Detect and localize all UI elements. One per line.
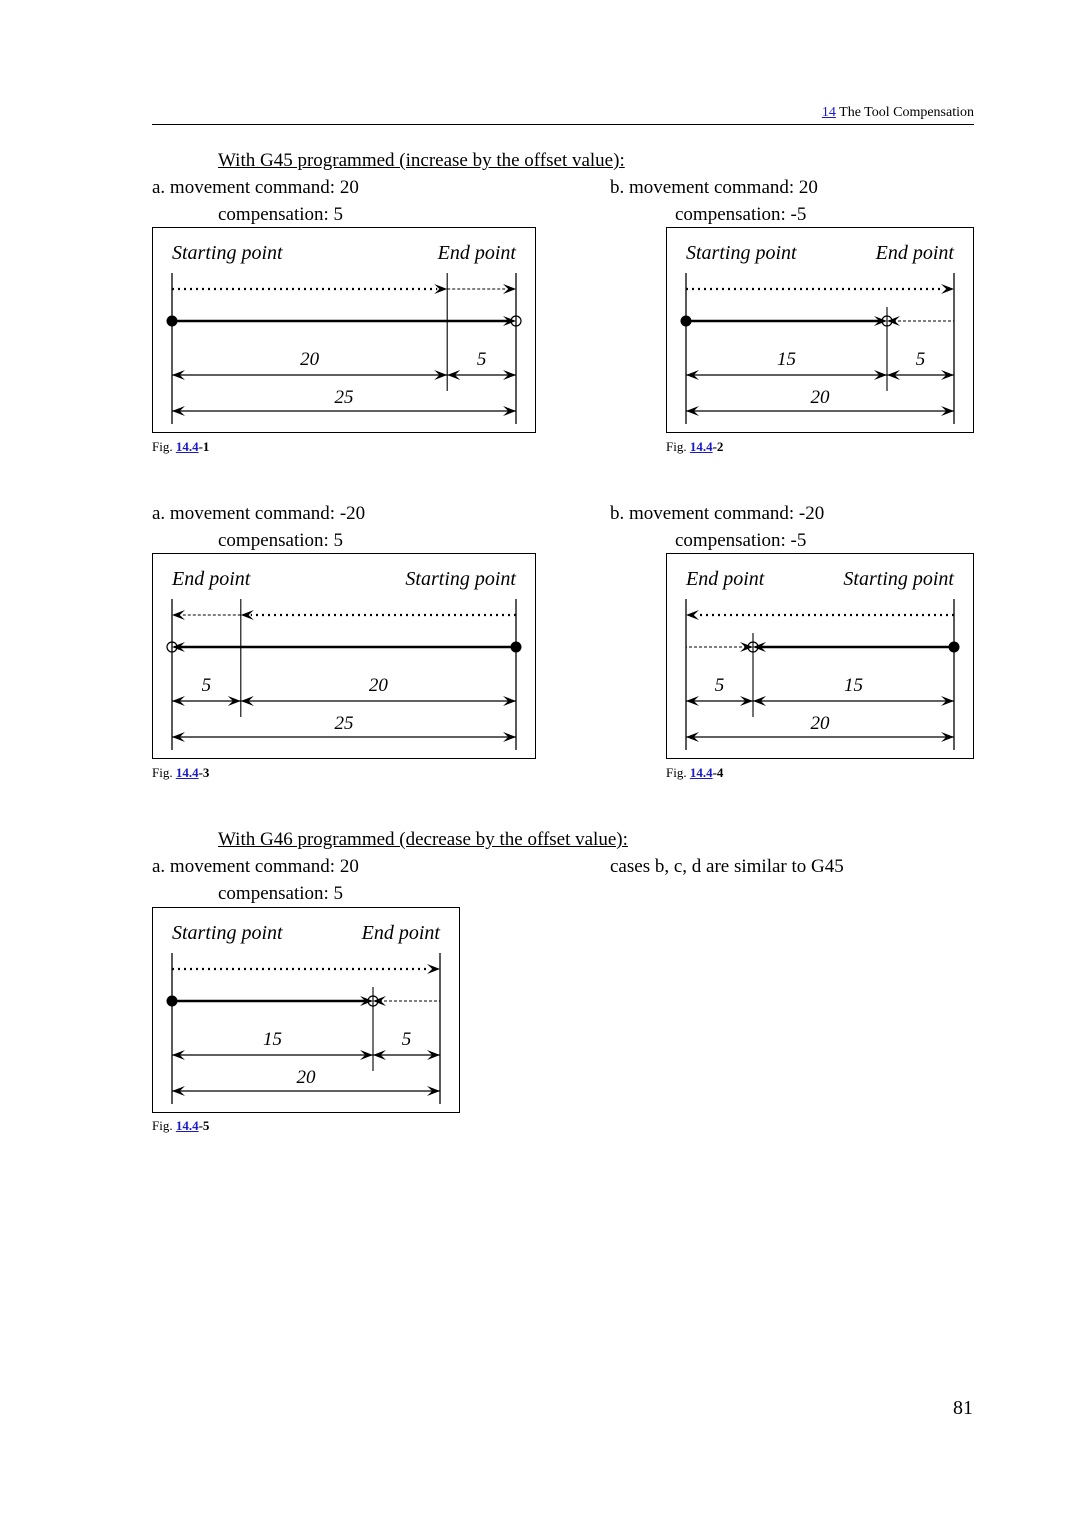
chapter-title: The Tool Compensation bbox=[839, 105, 974, 120]
figure-14-4-4: End point Starting point 5 15 20 bbox=[666, 553, 974, 759]
figure-link[interactable]: 14.4 bbox=[690, 439, 713, 454]
g46-case-a-compensation: compensation: 5 bbox=[218, 883, 344, 904]
figure-link[interactable]: 14.4 bbox=[176, 1118, 199, 1133]
caption-fig-3: Fig. 14.4-3 bbox=[152, 765, 210, 780]
diagram-canvas: Starting point End point 15 5 20 bbox=[680, 242, 955, 424]
g45-heading: With G45 programmed (increase by the off… bbox=[218, 150, 625, 171]
diagram-canvas: Starting point End point 20 5 25 bbox=[166, 242, 522, 424]
figure-14-4-1: Starting point End point 20 5 25 bbox=[152, 227, 536, 433]
total-dimension-label: 25 bbox=[335, 387, 354, 408]
starting-point-label: Starting point bbox=[172, 242, 283, 264]
g46-note: cases b, c, d are similar to G45 bbox=[610, 856, 844, 877]
starting-point-label: Starting point bbox=[172, 922, 283, 944]
diagram-canvas: End point Starting point 5 15 20 bbox=[685, 568, 960, 750]
diagram-canvas: End point Starting point 5 20 25 bbox=[166, 568, 522, 750]
dimension-label: 5 bbox=[402, 1029, 412, 1050]
figure-14-4-5: Starting point End point 15 5 20 bbox=[152, 907, 460, 1113]
case-2-compensation: compensation: -5 bbox=[675, 204, 807, 225]
dimension-label: 5 bbox=[202, 675, 212, 696]
end-point-label: End point bbox=[361, 922, 441, 944]
g46-case-a-title: a. movement command: 20 bbox=[152, 856, 359, 877]
caption-fig-4: Fig. 14.4-4 bbox=[666, 765, 724, 780]
diagram-canvas: Starting point End point 15 5 20 bbox=[166, 922, 441, 1104]
dimension-label: 15 bbox=[844, 675, 863, 696]
total-dimension-label: 20 bbox=[811, 387, 831, 408]
case-2-title: b. movement command: 20 bbox=[610, 177, 818, 198]
end-point-label: End point bbox=[875, 242, 955, 264]
figure-link[interactable]: 14.4 bbox=[176, 439, 199, 454]
dimension-label: 5 bbox=[477, 349, 487, 370]
programmed-path-arrow bbox=[427, 964, 440, 974]
dimension-label: 5 bbox=[715, 675, 725, 696]
total-dimension-label: 20 bbox=[811, 713, 831, 734]
caption-fig-1: Fig. 14.4-1 bbox=[152, 439, 210, 454]
g46-heading: With G46 programmed (decrease by the off… bbox=[218, 829, 628, 850]
dimension-label: 5 bbox=[916, 349, 926, 370]
start-dot bbox=[166, 995, 178, 1007]
start-dot bbox=[680, 315, 692, 327]
start-dot bbox=[166, 315, 178, 327]
case-3-title: a. movement command: -20 bbox=[152, 503, 366, 524]
start-dot bbox=[510, 641, 522, 653]
caption-fig-2: Fig. 14.4-2 bbox=[666, 439, 724, 454]
figure-14-4-3: End point Starting point 5 20 25 bbox=[152, 553, 536, 759]
total-dimension-label: 25 bbox=[335, 713, 354, 734]
figure-14-4-2: Starting point End point 15 5 20 bbox=[666, 227, 974, 433]
programmed-path-arrow bbox=[686, 610, 699, 620]
end-point-label: End point bbox=[171, 568, 251, 590]
total-dimension-label: 20 bbox=[297, 1067, 317, 1088]
figure-link[interactable]: 14.4 bbox=[690, 765, 713, 780]
programmed-path-arrow bbox=[941, 284, 954, 294]
case-3-compensation: compensation: 5 bbox=[218, 530, 344, 551]
end-point-label: End point bbox=[685, 568, 765, 590]
page-number: 81 bbox=[953, 1397, 973, 1419]
dimension-label: 20 bbox=[369, 675, 389, 696]
dimension-label: 15 bbox=[777, 349, 796, 370]
chapter-link[interactable]: 14 bbox=[822, 105, 836, 120]
start-dot bbox=[948, 641, 960, 653]
case-1-title: a. movement command: 20 bbox=[152, 177, 359, 198]
dimension-label: 20 bbox=[300, 349, 320, 370]
starting-point-label: Starting point bbox=[686, 242, 797, 264]
starting-point-label: Starting point bbox=[843, 568, 954, 590]
case-4-compensation: compensation: -5 bbox=[675, 530, 807, 551]
figure-link[interactable]: 14.4 bbox=[176, 765, 199, 780]
dimension-label: 15 bbox=[263, 1029, 282, 1050]
starting-point-label: Starting point bbox=[405, 568, 516, 590]
case-4-title: b. movement command: -20 bbox=[610, 503, 825, 524]
case-1-compensation: compensation: 5 bbox=[218, 204, 344, 225]
end-point-label: End point bbox=[437, 242, 517, 264]
running-header: 14 The Tool Compensation bbox=[152, 104, 974, 125]
caption-fig-5: Fig. 14.4-5 bbox=[152, 1118, 210, 1133]
